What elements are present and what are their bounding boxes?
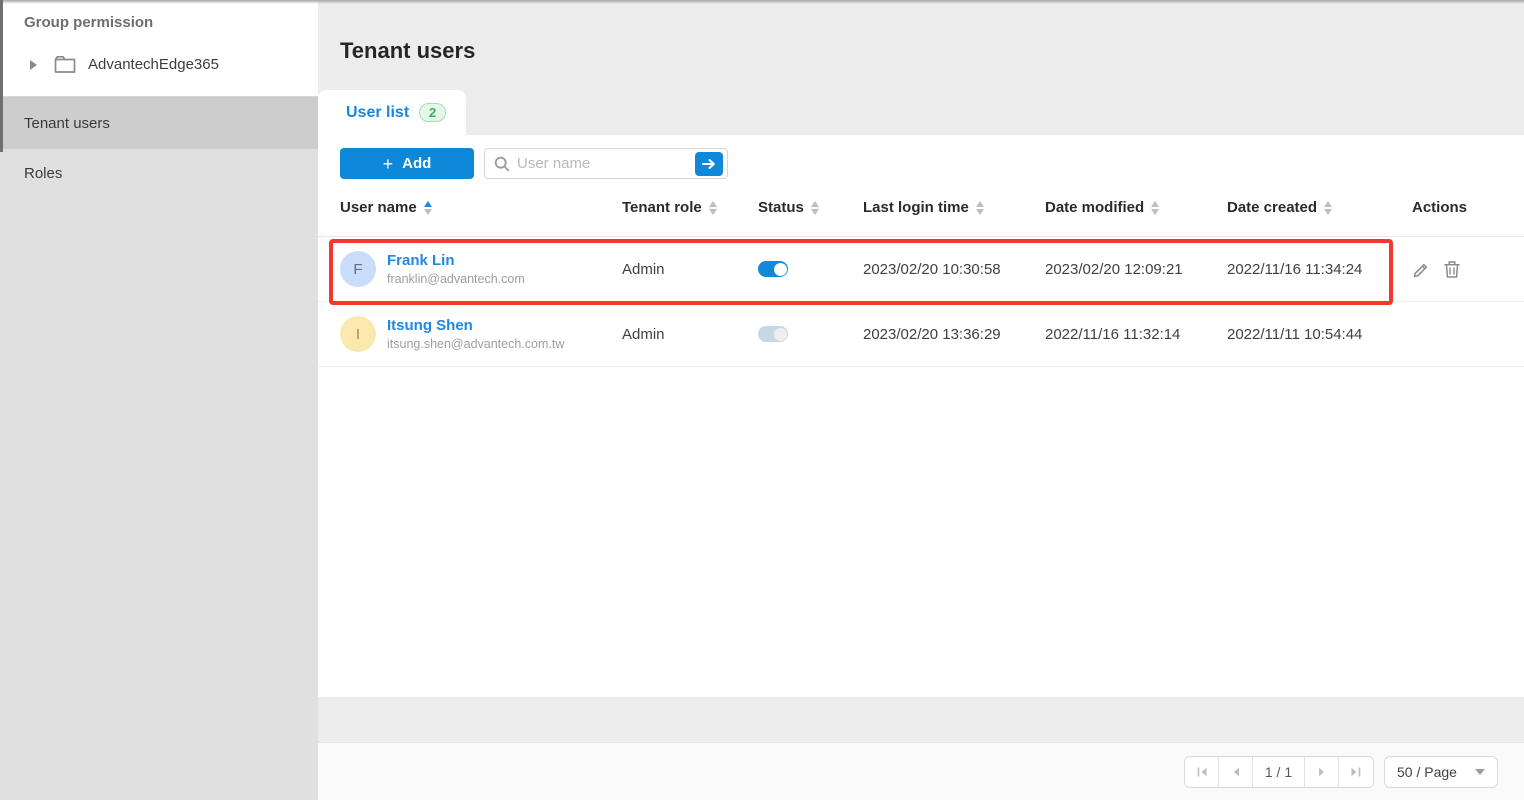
window-left-edge bbox=[0, 0, 3, 152]
column-header-user-name[interactable]: User name bbox=[340, 199, 622, 216]
arrow-right-icon bbox=[702, 158, 716, 170]
expand-caret-icon[interactable] bbox=[30, 60, 37, 70]
avatar: I bbox=[340, 316, 376, 352]
add-user-button[interactable]: + Add bbox=[340, 148, 474, 179]
date-modified-cell: 2023/02/20 12:09:21 bbox=[1045, 261, 1227, 278]
add-button-label: Add bbox=[402, 155, 431, 172]
user-count-badge: 2 bbox=[419, 103, 446, 122]
table-row: I Itsung Shen itsung.shen@advantech.com.… bbox=[318, 302, 1524, 367]
edit-button[interactable] bbox=[1412, 260, 1431, 279]
user-email: franklin@advantech.com bbox=[387, 272, 525, 286]
sidebar-item-label: Tenant users bbox=[24, 115, 110, 132]
sidebar-item-roles[interactable]: Roles bbox=[0, 149, 318, 197]
sidebar-item-tenant-users[interactable]: Tenant users bbox=[0, 97, 318, 149]
trash-icon bbox=[1443, 260, 1461, 279]
last-page-button[interactable] bbox=[1339, 757, 1373, 787]
column-header-tenant-role[interactable]: Tenant role bbox=[622, 199, 758, 216]
page-size-value: 50 / Page bbox=[1397, 764, 1457, 780]
page-title: Tenant users bbox=[318, 0, 1524, 64]
column-header-last-login-time[interactable]: Last login time bbox=[863, 199, 1045, 216]
sort-icon[interactable] bbox=[1324, 201, 1332, 215]
pagination-bar: 1 / 1 50 / Page bbox=[318, 742, 1524, 800]
sort-icon[interactable] bbox=[709, 201, 717, 215]
group-permission-panel: Group permission AdvantechEdge365 bbox=[0, 0, 318, 97]
search-submit-button[interactable] bbox=[695, 152, 723, 176]
sidebar-item-label: Roles bbox=[24, 165, 62, 182]
sort-icon[interactable] bbox=[1151, 201, 1159, 215]
previous-page-icon bbox=[1231, 766, 1241, 778]
last-page-icon bbox=[1350, 766, 1362, 778]
date-created-cell: 2022/11/11 10:54:44 bbox=[1227, 326, 1412, 343]
page-indicator: 1 / 1 bbox=[1253, 757, 1305, 787]
status-toggle[interactable] bbox=[758, 326, 788, 342]
sort-icon[interactable] bbox=[424, 201, 432, 215]
chevron-down-icon bbox=[1475, 769, 1485, 775]
group-permission-title: Group permission bbox=[24, 14, 318, 31]
user-list-panel: + Add bbox=[318, 135, 1524, 697]
table-header-row: User name Tenant role Status Last login … bbox=[318, 179, 1524, 237]
tab-bar: User list 2 bbox=[318, 90, 1524, 135]
next-page-icon bbox=[1317, 766, 1327, 778]
column-header-date-modified[interactable]: Date modified bbox=[1045, 199, 1227, 216]
search-input[interactable] bbox=[517, 155, 695, 172]
sort-icon[interactable] bbox=[976, 201, 984, 215]
status-toggle[interactable] bbox=[758, 261, 788, 277]
toolbar: + Add bbox=[318, 135, 1524, 179]
column-header-actions: Actions bbox=[1412, 199, 1524, 216]
window-top-shadow bbox=[0, 0, 1524, 4]
last-login-cell: 2023/02/20 13:36:29 bbox=[863, 326, 1045, 343]
first-page-icon bbox=[1196, 766, 1208, 778]
table-row: F Frank Lin franklin@advantech.com Admin… bbox=[318, 237, 1524, 302]
pencil-icon bbox=[1412, 260, 1431, 279]
user-email: itsung.shen@advantech.com.tw bbox=[387, 337, 564, 351]
next-page-button[interactable] bbox=[1305, 757, 1339, 787]
pager-group: 1 / 1 bbox=[1184, 756, 1374, 788]
tenant-role-cell: Admin bbox=[622, 261, 758, 278]
page-size-select[interactable]: 50 / Page bbox=[1384, 756, 1498, 788]
tenant-role-cell: Admin bbox=[622, 326, 758, 343]
tab-user-list-label: User list bbox=[346, 104, 409, 122]
date-created-cell: 2022/11/16 11:34:24 bbox=[1227, 261, 1412, 278]
date-modified-cell: 2022/11/16 11:32:14 bbox=[1045, 326, 1227, 343]
last-login-cell: 2023/02/20 10:30:58 bbox=[863, 261, 1045, 278]
delete-button[interactable] bbox=[1443, 260, 1461, 279]
search-icon bbox=[494, 156, 510, 172]
tree-item-advantechedge365[interactable]: AdvantechEdge365 bbox=[24, 55, 318, 74]
previous-page-button[interactable] bbox=[1219, 757, 1253, 787]
column-header-status[interactable]: Status bbox=[758, 199, 863, 216]
sort-icon[interactable] bbox=[811, 201, 819, 215]
first-page-button[interactable] bbox=[1185, 757, 1219, 787]
sidebar: Group permission AdvantechEdge365 Tenant… bbox=[0, 0, 318, 800]
tree-item-label: AdvantechEdge365 bbox=[88, 56, 219, 73]
user-name-link[interactable]: Frank Lin bbox=[387, 252, 525, 269]
tab-user-list[interactable]: User list 2 bbox=[318, 90, 466, 135]
user-name-link[interactable]: Itsung Shen bbox=[387, 317, 564, 334]
folder-icon bbox=[54, 55, 76, 74]
main-area: Tenant users User list 2 + Add bbox=[318, 0, 1524, 800]
plus-icon: + bbox=[383, 155, 394, 173]
column-header-date-created[interactable]: Date created bbox=[1227, 199, 1412, 216]
search-box bbox=[484, 148, 728, 179]
avatar: F bbox=[340, 251, 376, 287]
